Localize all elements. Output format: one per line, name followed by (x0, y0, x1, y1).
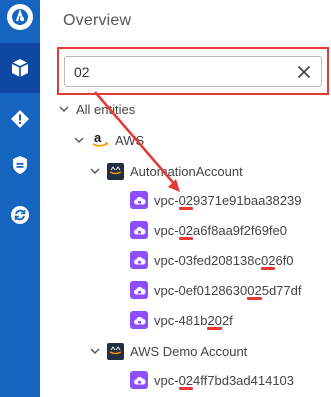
search-input[interactable] (65, 57, 285, 86)
vpc-label: vpc-029371e91baa38239 (154, 192, 302, 210)
close-icon[interactable] (295, 63, 313, 81)
tree-row-vpc[interactable]: vpc-02a6f8aa9f2f69fe0 (130, 219, 287, 241)
nav-rail (0, 0, 40, 397)
tree-label: AWS (115, 132, 145, 148)
search-box (64, 56, 322, 87)
svg-text:a: a (94, 131, 102, 145)
tree-row-vpc[interactable]: vpc-481b202f (130, 309, 233, 331)
alert-diamond-icon (11, 110, 29, 128)
vpc-label: vpc-02a6f8aa9f2f69fe0 (154, 222, 288, 240)
vpc-cloud-icon (130, 191, 148, 209)
tree-label: All entities (76, 101, 136, 117)
nav-sync-button[interactable] (0, 190, 40, 240)
vpc-cloud-icon (130, 371, 148, 389)
vpc-cloud-icon (130, 311, 148, 329)
vpc-cloud-icon (130, 251, 148, 269)
tree-label: AutomationAccount (130, 163, 243, 179)
tree-row-vpc[interactable]: vpc-0ef0128630025d77df (130, 279, 301, 301)
nav-security-button[interactable] (0, 140, 40, 190)
amazon-icon: a (92, 131, 109, 147)
match-highlight: 20 (207, 312, 223, 330)
vpc-label: vpc-0ef0128630025d77df (154, 282, 302, 300)
nav-overview-button[interactable] (0, 43, 40, 93)
vpc-label: vpc-03fed208138c026f0 (154, 252, 294, 270)
box-icon (11, 59, 29, 77)
tree-label: AWS Demo Account (130, 343, 248, 359)
match-highlight: 02 (178, 192, 194, 210)
sync-icon (11, 206, 29, 224)
shield-icon (13, 156, 27, 174)
page-title: Overview (63, 12, 132, 29)
tree-row-account[interactable]: AWS Demo Account (89, 340, 247, 362)
match-highlight: 02 (260, 252, 276, 270)
vpc-cloud-icon (130, 281, 148, 299)
match-highlight: 02 (247, 282, 263, 300)
vpc-cloud-icon (130, 221, 148, 239)
chevron-down-icon[interactable] (73, 134, 85, 146)
aws-icon (107, 162, 124, 180)
match-highlight: 02 (178, 372, 194, 390)
search-highlight-frame (57, 47, 329, 95)
aws-icon (107, 342, 124, 360)
tree-row-aws[interactable]: a AWS (73, 129, 144, 151)
tree-row-account[interactable]: AutomationAccount (89, 160, 243, 182)
chevron-down-icon[interactable] (89, 165, 101, 177)
app-logo-icon[interactable] (7, 4, 33, 30)
tree-row-vpc[interactable]: vpc-03fed208138c026f0 (130, 249, 294, 271)
tree-row-vpc[interactable]: vpc-029371e91baa38239 (130, 189, 301, 211)
nav-alerts-button[interactable] (0, 94, 40, 144)
vpc-label: vpc-024ff7bd3ad414103 (154, 372, 295, 390)
vpc-label: vpc-481b202f (154, 312, 233, 330)
chevron-down-icon[interactable] (89, 345, 101, 357)
tree-row-all-entities[interactable]: All entities (58, 98, 135, 120)
match-highlight: 02 (178, 222, 194, 240)
tree-row-vpc[interactable]: vpc-024ff7bd3ad414103 (130, 369, 294, 391)
chevron-down-icon[interactable] (58, 103, 70, 115)
